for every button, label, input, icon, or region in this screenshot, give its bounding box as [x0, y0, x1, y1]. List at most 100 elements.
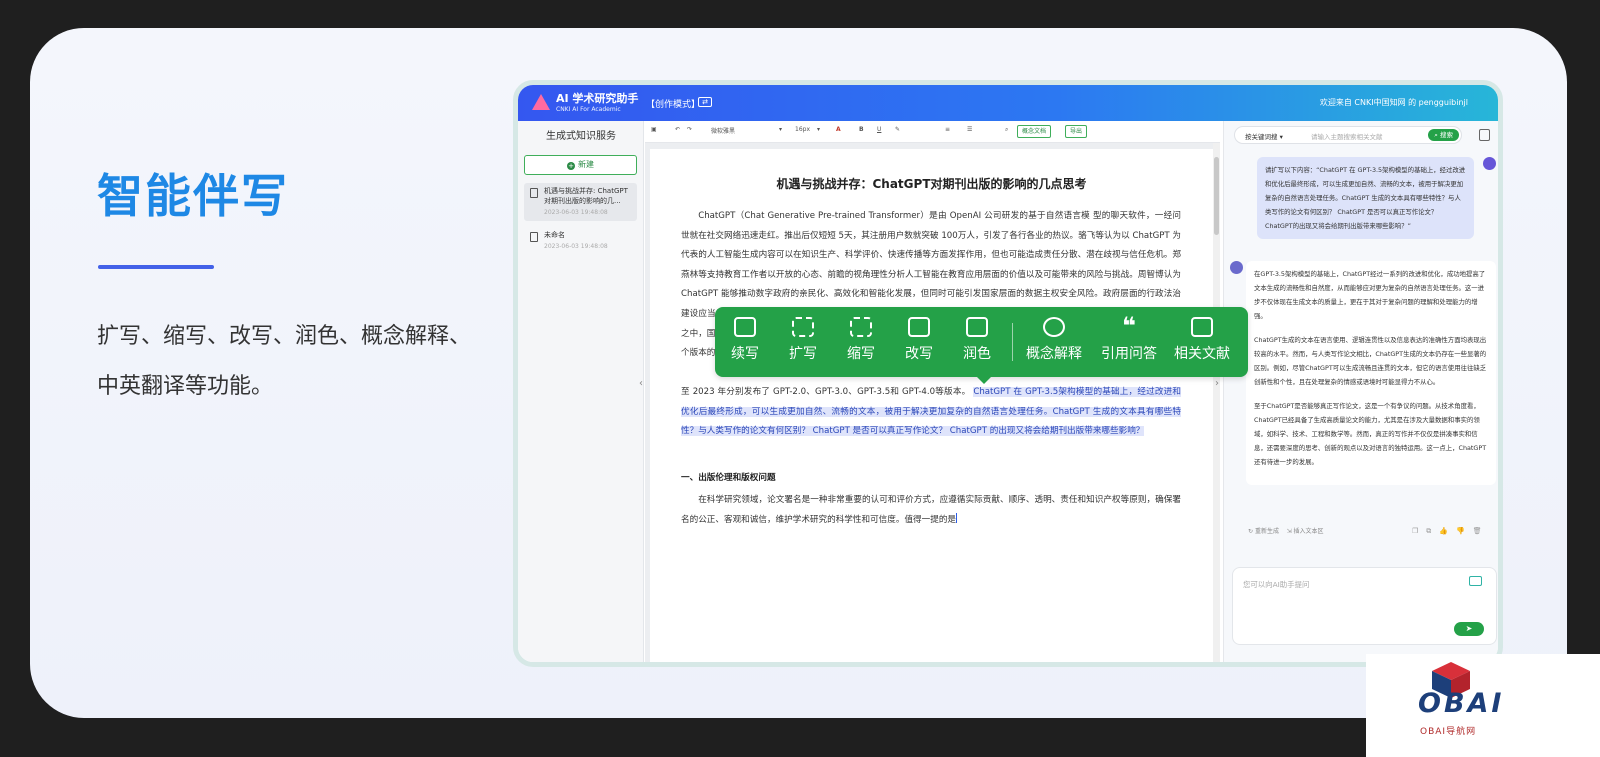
export-button[interactable]: 导出 — [1065, 125, 1088, 138]
sidebar-doc-title: 机遇与挑战并存: ChatGPT对期刊出版的影响的几... — [544, 187, 628, 205]
related-literature-label: 相关文献 — [1174, 346, 1230, 362]
regenerate-label: 重新生成 — [1254, 528, 1279, 535]
regenerate-button[interactable]: ↻ 重新生成 — [1248, 528, 1279, 535]
text-cursor — [956, 512, 958, 523]
ai-paragraph: ChatGPT生成的文本在语言使用、逻辑连贯性以及信息表达的准确性方面均表现出较… — [1254, 336, 1487, 386]
ai-paragraph: 至于ChatGPT是否能够真正写作论文，这是一个有争议的问题。从技术角度看，Ch… — [1254, 402, 1487, 466]
font-select[interactable]: 微软雅黑 — [711, 126, 735, 135]
sidebar: 生成式知识服务 + 新建 机遇与挑战并存: ChatGPT对期刊出版的影响的几..… — [518, 121, 644, 662]
duplicate-icon[interactable]: ⧉ — [1426, 527, 1439, 535]
concept-explain-button[interactable]: 概念解释 — [1026, 317, 1082, 363]
sidebar-doc-title: 未命名 — [544, 231, 565, 239]
search-mode-label: 按关键词搜 — [1245, 133, 1278, 141]
sidebar-doc-item[interactable]: 机遇与挑战并存: ChatGPT对期刊出版的影响的几... 2023-06-03… — [524, 183, 637, 221]
citation-qa-button[interactable]: ❝ 引用问答 — [1101, 312, 1157, 363]
insert-text-label: 插入文本区 — [1293, 528, 1324, 535]
document-icon — [530, 232, 538, 242]
welcome-user[interactable]: 欢迎来自 CNKI中国知网 的 pengguibinjl — [1320, 97, 1468, 108]
ai-message: 在GPT-3.5架构模型的基础上，ChatGPT经过一系列的改进和优化，成功地提… — [1246, 261, 1496, 485]
doc-text: 在科学研究领域，论文署名是一种非常重要的认可和评价方式，应遵循实际贡献、顺序、透… — [681, 495, 1181, 525]
hero-title: 智能伴写 — [97, 169, 289, 223]
underline-icon[interactable]: U — [877, 126, 881, 133]
ai-avatar — [1230, 261, 1243, 274]
redo-icon[interactable]: ↷ — [687, 126, 692, 133]
search-button[interactable]: ⌕ 搜索 — [1428, 129, 1459, 141]
shrink-icon — [850, 317, 872, 337]
logo-icon — [532, 94, 550, 110]
list-icon[interactable]: ☰ — [967, 126, 972, 133]
ai-actions: ↻ 重新生成 ⇲ 插入文本区 — [1248, 526, 1324, 535]
editor-toolbar: ▣ ↶ ↷ 微软雅黑 ▾ 16px ▾ A B U ✎ ≡ ☰ ⌕ 概念文档 导… — [645, 121, 1220, 143]
chevron-down-icon[interactable]: ▾ — [817, 126, 820, 133]
sidebar-doc-time: 2023-06-03 19:48:08 — [544, 243, 608, 250]
like-icon[interactable]: 👍 — [1439, 527, 1456, 535]
search-mode-select[interactable]: 按关键词搜 ▾ — [1245, 131, 1283, 141]
rewrite-button[interactable]: 改写 — [905, 317, 933, 363]
align-icon[interactable]: ≡ — [945, 126, 950, 133]
message-tools: ❐⧉👍👎🗑 — [1412, 527, 1490, 536]
editor-scrollbar[interactable] — [1213, 143, 1220, 662]
ai-writing-toolbar: 续写 扩写 缩写 改写 润色 概念解释 ❝ 引用问答 相关文献 — [715, 307, 1248, 384]
delete-icon[interactable]: 🗑 — [1473, 527, 1490, 535]
continue-write-button[interactable]: 续写 — [731, 317, 759, 363]
font-color-icon[interactable]: A — [836, 126, 841, 133]
insert-text-button[interactable]: ⇲ 插入文本区 — [1287, 528, 1324, 535]
collapse-left-icon[interactable]: ‹ — [639, 378, 643, 389]
concept-icon — [1043, 317, 1065, 337]
brand-name: OBAI — [1418, 688, 1505, 719]
app-subtitle: CNKI AI For Academic — [556, 106, 621, 113]
expand-button[interactable]: 扩写 — [789, 317, 817, 363]
dislike-icon[interactable]: 👎 — [1456, 527, 1473, 535]
shrink-button[interactable]: 缩写 — [847, 317, 875, 363]
collapse-right-icon[interactable]: › — [1215, 378, 1219, 389]
send-button[interactable]: ➤ — [1454, 622, 1484, 636]
new-doc-label: 新建 — [578, 160, 594, 169]
polish-button[interactable]: 润色 — [963, 317, 991, 363]
concept-explain-label: 概念解释 — [1026, 346, 1082, 362]
sidebar-doc-time: 2023-06-03 19:48:08 — [544, 209, 608, 216]
highlight-icon[interactable]: ✎ — [895, 126, 900, 133]
switch-mode-icon[interactable]: ⇄ — [698, 97, 712, 107]
user-avatar — [1483, 157, 1496, 170]
brand-subtitle: OBAI导航网 — [1420, 727, 1477, 737]
mode-label: 【创作模式】 — [646, 100, 701, 110]
related-literature-button[interactable]: 相关文献 — [1174, 317, 1230, 363]
sidebar-doc-item[interactable]: 未命名 2023-06-03 19:48:08 — [524, 227, 637, 255]
undo-icon[interactable]: ↶ — [675, 126, 680, 133]
concept-doc-button[interactable]: 概念文档 — [1017, 125, 1052, 138]
hero-description: 扩写、缩写、改写、润色、概念解释、中英翻译等功能。 — [97, 324, 472, 399]
app-title: AI 学术研究助手 — [556, 92, 639, 105]
chat-input[interactable]: 您可以向AI助手提问 ➤ — [1232, 567, 1497, 645]
chevron-down-icon[interactable]: ▾ — [779, 126, 782, 133]
doc-text: 至 2023 年分别发布了 GPT-2.0、GPT-3.0、GPT-3.5和 G… — [681, 387, 971, 397]
save-icon[interactable]: ▣ — [651, 126, 657, 133]
user-message: 请扩写以下内容：“ChatGPT 在 GPT-3.5架构模型的基础上，经过改进和… — [1257, 157, 1474, 239]
search-icon[interactable]: ⌕ — [1005, 126, 1008, 134]
document-icon — [1191, 317, 1213, 337]
citation-qa-label: 引用问答 — [1101, 346, 1157, 362]
watermark-logo: OBAI OBAI导航网 — [1366, 654, 1600, 757]
bold-icon[interactable]: B — [859, 126, 864, 133]
rewrite-label: 改写 — [905, 346, 933, 362]
document-page[interactable]: 机遇与挑战并存：ChatGPT对期刊出版的影响的几点思考 ChatGPT（Cha… — [650, 149, 1213, 662]
rewrite-icon — [908, 317, 930, 337]
sidebar-title: 生成式知识服务 — [546, 131, 616, 142]
continue-write-icon — [734, 317, 756, 337]
app-header: AI 学术研究助手 CNKI AI For Academic 【创作模式】 ⇄ … — [518, 85, 1498, 121]
plus-icon: + — [567, 162, 575, 170]
expand-icon — [792, 317, 814, 337]
doc-paragraph: 在科学研究领域，论文署名是一种非常重要的认可和评价方式，应遵循实际贡献、顺序、透… — [681, 491, 1181, 530]
chat-input-placeholder: 您可以向AI助手提问 — [1243, 580, 1310, 589]
search-input[interactable]: 请输入主题搜索相关文献 — [1311, 131, 1383, 141]
scroll-thumb[interactable] — [1214, 157, 1219, 235]
toolbox-icon[interactable] — [1469, 576, 1482, 586]
quote-icon: ❝ — [1121, 312, 1137, 340]
new-doc-button[interactable]: + 新建 — [524, 155, 637, 175]
history-icon[interactable] — [1479, 129, 1490, 141]
copy-icon[interactable]: ❐ — [1412, 527, 1426, 535]
font-size-select[interactable]: 16px — [795, 126, 810, 133]
doc-paragraph: 至 2023 年分别发布了 GPT-2.0、GPT-3.0、GPT-3.5和 G… — [681, 383, 1182, 442]
shrink-label: 缩写 — [847, 346, 875, 362]
doc-title: 机遇与挑战并存：ChatGPT对期刊出版的影响的几点思考 — [776, 177, 1087, 191]
ai-paragraph: 在GPT-3.5架构模型的基础上，ChatGPT经过一系列的改进和优化，成功地提… — [1254, 270, 1486, 320]
